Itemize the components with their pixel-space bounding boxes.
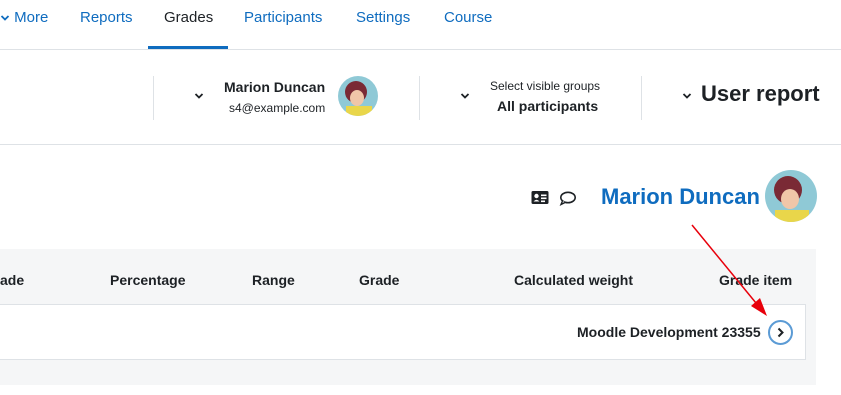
user-heading-name[interactable]: Marion Duncan bbox=[601, 184, 760, 210]
nav-more[interactable]: More bbox=[0, 0, 48, 36]
nav-reports[interactable]: Reports bbox=[80, 0, 133, 36]
nav-settings[interactable]: Settings bbox=[356, 0, 410, 36]
divider bbox=[641, 76, 642, 120]
groups-selector-label: Select visible groups bbox=[490, 79, 601, 93]
chevron-down-icon bbox=[460, 93, 470, 99]
contact-card-icon[interactable] bbox=[531, 190, 549, 206]
chevron-down-icon bbox=[682, 93, 692, 99]
avatar bbox=[338, 76, 378, 116]
nav-more-label: More bbox=[14, 9, 49, 26]
page: More Reports Grades Participants Setting… bbox=[0, 0, 841, 395]
divider bbox=[419, 76, 420, 120]
groups-selector-value: All participants bbox=[497, 98, 599, 114]
selected-user-name: Marion Duncan bbox=[224, 79, 326, 95]
active-tab-indicator bbox=[148, 46, 228, 49]
report-toolbar: Marion Duncan s4@example.com Select visi… bbox=[0, 50, 841, 145]
table-row: Moodle Development 23355 bbox=[0, 304, 806, 360]
message-icon[interactable] bbox=[559, 190, 577, 207]
grades-table: ade Percentage Range Grade Calculated we… bbox=[0, 249, 816, 385]
report-title: User report bbox=[701, 81, 820, 106]
selected-user-email: s4@example.com bbox=[229, 101, 326, 115]
expand-button[interactable] bbox=[768, 320, 793, 345]
column-header-percentage: Percentage bbox=[110, 272, 186, 288]
column-header-grade: ade bbox=[0, 272, 25, 288]
grade-item-name: Moodle Development 23355 bbox=[577, 324, 761, 340]
column-header-calculated-weight: Calculated weight bbox=[514, 272, 634, 288]
chevron-down-icon bbox=[194, 93, 204, 99]
divider bbox=[153, 76, 154, 120]
nav-grades[interactable]: Grades bbox=[164, 0, 213, 36]
column-header-grade: Grade bbox=[359, 272, 400, 288]
nav-participants[interactable]: Participants bbox=[244, 0, 322, 36]
chevron-down-icon bbox=[0, 15, 10, 21]
secondary-nav: More Reports Grades Participants Setting… bbox=[0, 0, 841, 50]
chevron-right-icon bbox=[777, 327, 784, 338]
avatar bbox=[765, 170, 817, 222]
column-header-grade-item: Grade item bbox=[719, 272, 793, 288]
nav-course[interactable]: Course bbox=[444, 0, 492, 36]
column-header-range: Range bbox=[252, 272, 295, 288]
